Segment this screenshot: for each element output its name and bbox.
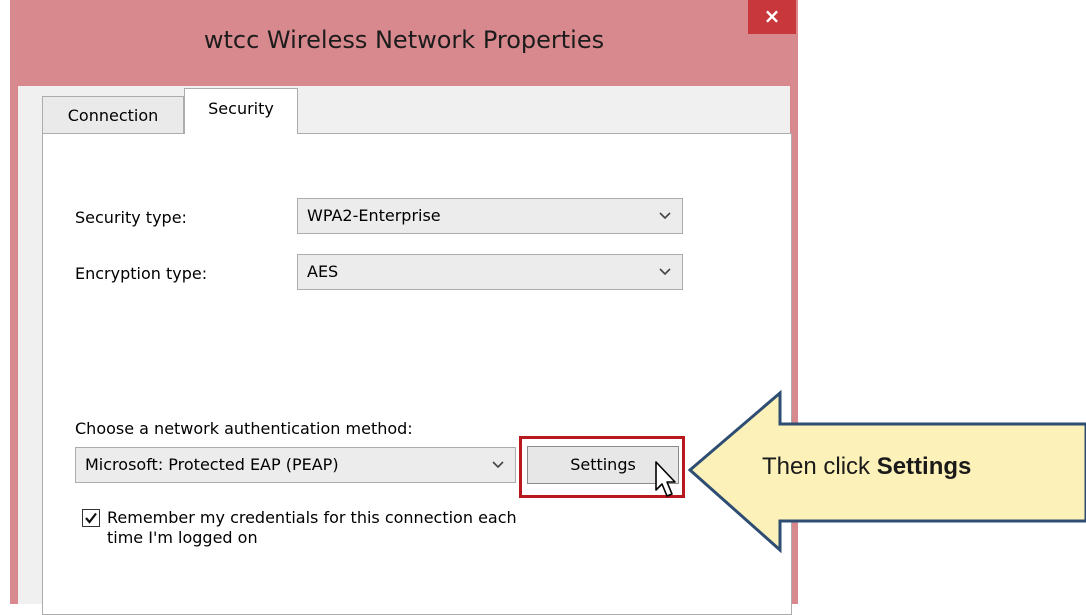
callout-bold: Settings xyxy=(876,453,972,480)
callout-arrow xyxy=(687,389,1086,554)
callout-prefix: Then click xyxy=(762,453,877,480)
callout-text: Then click Settings xyxy=(762,453,971,481)
tab-security[interactable]: Security xyxy=(184,88,298,134)
